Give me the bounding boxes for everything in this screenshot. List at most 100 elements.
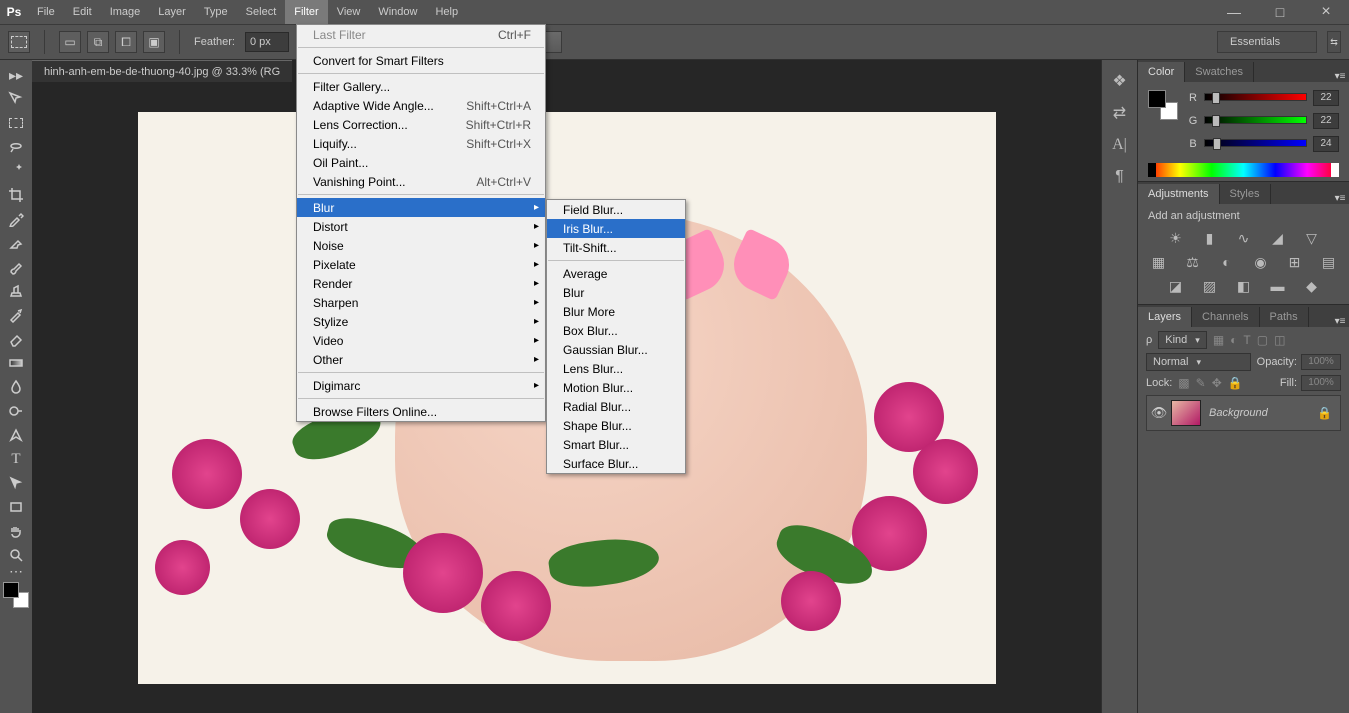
mi-smart-blur[interactable]: Smart Blur... — [547, 435, 685, 454]
mi-digimarc[interactable]: Digimarc — [297, 376, 545, 395]
mi-sharpen[interactable]: Sharpen — [297, 293, 545, 312]
type-tool[interactable]: T — [3, 448, 29, 470]
filter-type-icon[interactable]: T — [1243, 333, 1250, 347]
sel-subtract-icon[interactable]: ⧠ — [115, 31, 137, 53]
sel-add-icon[interactable]: ⧉ — [87, 31, 109, 53]
bw-icon[interactable]: ◐ — [1218, 254, 1236, 270]
mi-lens-blur[interactable]: Lens Blur... — [547, 359, 685, 378]
filter-shape-icon[interactable]: ▢ — [1257, 333, 1268, 347]
crop-tool[interactable] — [3, 184, 29, 206]
workspace-switcher[interactable]: Essentials — [1217, 31, 1317, 53]
filter-pixel-icon[interactable]: ▦ — [1213, 333, 1224, 347]
lock-position-icon[interactable]: ✥ — [1212, 376, 1222, 390]
mi-pixelate[interactable]: Pixelate — [297, 255, 545, 274]
mi-adaptive-wide-angle[interactable]: Adaptive Wide Angle...Shift+Ctrl+A — [297, 96, 545, 115]
lock-all-icon[interactable]: 🔒 — [1228, 376, 1243, 390]
mi-surface-blur[interactable]: Surface Blur... — [547, 454, 685, 473]
brightness-icon[interactable]: ☀ — [1167, 230, 1185, 246]
mi-liquify[interactable]: Liquify...Shift+Ctrl+X — [297, 134, 545, 153]
tab-layers[interactable]: Layers — [1138, 307, 1192, 327]
pen-tool[interactable] — [3, 424, 29, 446]
menu-filter[interactable]: Filter — [285, 0, 327, 24]
filter-adjust-icon[interactable]: ◐ — [1230, 333, 1237, 347]
layer-filter-kind[interactable]: Kind — [1158, 331, 1207, 349]
mi-browse-filters-online[interactable]: Browse Filters Online... — [297, 402, 545, 421]
mi-gaussian-blur[interactable]: Gaussian Blur... — [547, 340, 685, 359]
b-slider[interactable] — [1204, 139, 1307, 149]
layer-row-background[interactable]: 👁 Background 🔒 — [1146, 395, 1341, 431]
menu-select[interactable]: Select — [237, 0, 286, 24]
r-slider[interactable] — [1204, 93, 1307, 103]
mi-box-blur[interactable]: Box Blur... — [547, 321, 685, 340]
mi-stylize[interactable]: Stylize — [297, 312, 545, 331]
tab-color[interactable]: Color — [1138, 62, 1185, 82]
menu-view[interactable]: View — [328, 0, 370, 24]
opacity-value[interactable]: 100% — [1301, 354, 1341, 370]
curves-icon[interactable]: ∿ — [1235, 230, 1253, 246]
mi-average[interactable]: Average — [547, 264, 685, 283]
mi-video[interactable]: Video — [297, 331, 545, 350]
mi-tilt-shift[interactable]: Tilt-Shift... — [547, 238, 685, 257]
eraser-tool[interactable] — [3, 328, 29, 350]
g-slider[interactable] — [1204, 116, 1307, 126]
photo-filter-icon[interactable]: ◉ — [1252, 254, 1270, 270]
character-panel-icon[interactable]: A| — [1109, 134, 1131, 156]
mi-blur[interactable]: Blur — [297, 198, 545, 217]
invert-icon[interactable]: ◪ — [1167, 278, 1185, 294]
layer-thumbnail[interactable] — [1171, 400, 1201, 426]
tab-channels[interactable]: Channels — [1192, 307, 1259, 327]
document-tab[interactable]: hinh-anh-em-be-de-thuong-40.jpg @ 33.3% … — [32, 60, 292, 82]
healing-brush-tool[interactable] — [3, 232, 29, 254]
tab-paths[interactable]: Paths — [1260, 307, 1309, 327]
tab-adjustments[interactable]: Adjustments — [1138, 184, 1220, 204]
panel-menu-icon[interactable]: ▾≡ — [1331, 71, 1349, 82]
selective-color-icon[interactable]: ◆ — [1303, 278, 1321, 294]
lock-paint-icon[interactable]: ✎ — [1196, 376, 1206, 390]
eyedropper-tool[interactable] — [3, 208, 29, 230]
threshold-icon[interactable]: ◧ — [1235, 278, 1253, 294]
r-value[interactable]: 22 — [1313, 90, 1339, 106]
filter-smart-icon[interactable]: ◫ — [1274, 333, 1285, 347]
mi-radial-blur[interactable]: Radial Blur... — [547, 397, 685, 416]
mi-last-filter[interactable]: Last FilterCtrl+F — [297, 25, 545, 44]
sel-intersect-icon[interactable]: ▣ — [143, 31, 165, 53]
history-brush-tool[interactable] — [3, 304, 29, 326]
brush-tool[interactable] — [3, 256, 29, 278]
menu-layer[interactable]: Layer — [149, 0, 195, 24]
vibrance-icon[interactable]: ▽ — [1303, 230, 1321, 246]
mi-render[interactable]: Render — [297, 274, 545, 293]
color-swatches[interactable] — [1148, 90, 1178, 120]
mi-convert-smart[interactable]: Convert for Smart Filters — [297, 51, 545, 70]
actions-panel-icon[interactable]: ⇄ — [1109, 102, 1131, 124]
tab-swatches[interactable]: Swatches — [1185, 62, 1254, 82]
mi-vanishing-point[interactable]: Vanishing Point...Alt+Ctrl+V — [297, 172, 545, 191]
menu-help[interactable]: Help — [426, 0, 467, 24]
fill-value[interactable]: 100% — [1301, 375, 1341, 391]
mi-filter-gallery[interactable]: Filter Gallery... — [297, 77, 545, 96]
history-panel-icon[interactable]: ❖ — [1109, 70, 1131, 92]
mi-field-blur[interactable]: Field Blur... — [547, 200, 685, 219]
foreground-background-swatches[interactable] — [3, 582, 29, 608]
g-value[interactable]: 22 — [1313, 113, 1339, 129]
current-tool-icon[interactable] — [8, 31, 30, 53]
arrow-handle-icon[interactable]: ▸▸ — [3, 64, 29, 86]
panel-menu-icon[interactable]: ▾≡ — [1331, 193, 1349, 204]
menu-type[interactable]: Type — [195, 0, 237, 24]
lasso-tool[interactable] — [3, 136, 29, 158]
hand-tool[interactable] — [3, 520, 29, 542]
visibility-icon[interactable]: 👁 — [1147, 405, 1171, 421]
path-selection-tool[interactable] — [3, 472, 29, 494]
exposure-icon[interactable]: ◢ — [1269, 230, 1287, 246]
mi-distort[interactable]: Distort — [297, 217, 545, 236]
lock-transparent-icon[interactable]: ▩ — [1178, 376, 1189, 390]
close-button[interactable]: × — [1303, 0, 1349, 24]
balance-icon[interactable]: ⚖ — [1184, 254, 1202, 270]
color-lookup-icon[interactable]: ▤ — [1320, 254, 1338, 270]
dodge-tool[interactable] — [3, 400, 29, 422]
sel-new-icon[interactable]: ▭ — [59, 31, 81, 53]
paragraph-panel-icon[interactable]: ¶ — [1109, 166, 1131, 188]
posterize-icon[interactable]: ▨ — [1201, 278, 1219, 294]
mi-iris-blur[interactable]: Iris Blur... — [547, 219, 685, 238]
mi-blur[interactable]: Blur — [547, 283, 685, 302]
mi-lens-correction[interactable]: Lens Correction...Shift+Ctrl+R — [297, 115, 545, 134]
